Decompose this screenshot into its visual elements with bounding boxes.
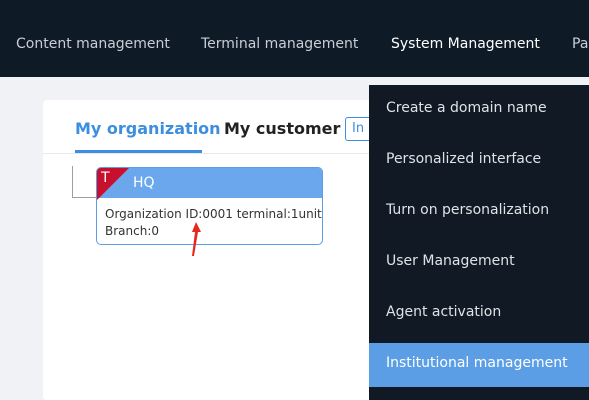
tree-connector-vertical bbox=[72, 166, 73, 197]
nav-system-management[interactable]: System Management bbox=[391, 36, 540, 52]
red-arrow-icon bbox=[192, 222, 201, 256]
menu-item-turn-on-personalization[interactable]: Turn on personalization bbox=[369, 190, 589, 234]
tab-my-organization[interactable]: My organization bbox=[75, 119, 221, 138]
tree-connector-horizontal bbox=[72, 197, 97, 198]
menu-item-create-domain-name[interactable]: Create a domain name bbox=[369, 88, 589, 132]
org-card-header bbox=[97, 168, 322, 198]
menu-item-institutional-management[interactable]: Institutional management bbox=[369, 343, 589, 387]
org-branch-info: Branch:0 bbox=[105, 224, 160, 238]
tab-my-customer[interactable]: My customer bbox=[224, 119, 340, 138]
nav-content-management[interactable]: Content management bbox=[16, 36, 170, 52]
nav-terminal-management[interactable]: Terminal management bbox=[201, 36, 358, 52]
menu-item-personalized-interface[interactable]: Personalized interface bbox=[369, 139, 589, 183]
nav-pay[interactable]: Pay bbox=[572, 36, 589, 52]
org-id-terminal-info: Organization ID:0001 terminal:1units bbox=[105, 207, 323, 221]
org-name: HQ bbox=[133, 175, 155, 191]
tab-divider bbox=[43, 153, 369, 154]
organization-panel bbox=[43, 100, 423, 400]
menu-item-agent-activation[interactable]: Agent activation bbox=[369, 292, 589, 336]
org-type-badge: T bbox=[101, 170, 110, 186]
system-management-dropdown: Create a domain name Personalized interf… bbox=[369, 85, 589, 400]
org-card-hq[interactable]: T HQ Organization ID:0001 terminal:1unit… bbox=[96, 167, 323, 245]
app-window: Content management Terminal management S… bbox=[0, 0, 589, 400]
menu-item-user-management[interactable]: User Management bbox=[369, 241, 589, 285]
